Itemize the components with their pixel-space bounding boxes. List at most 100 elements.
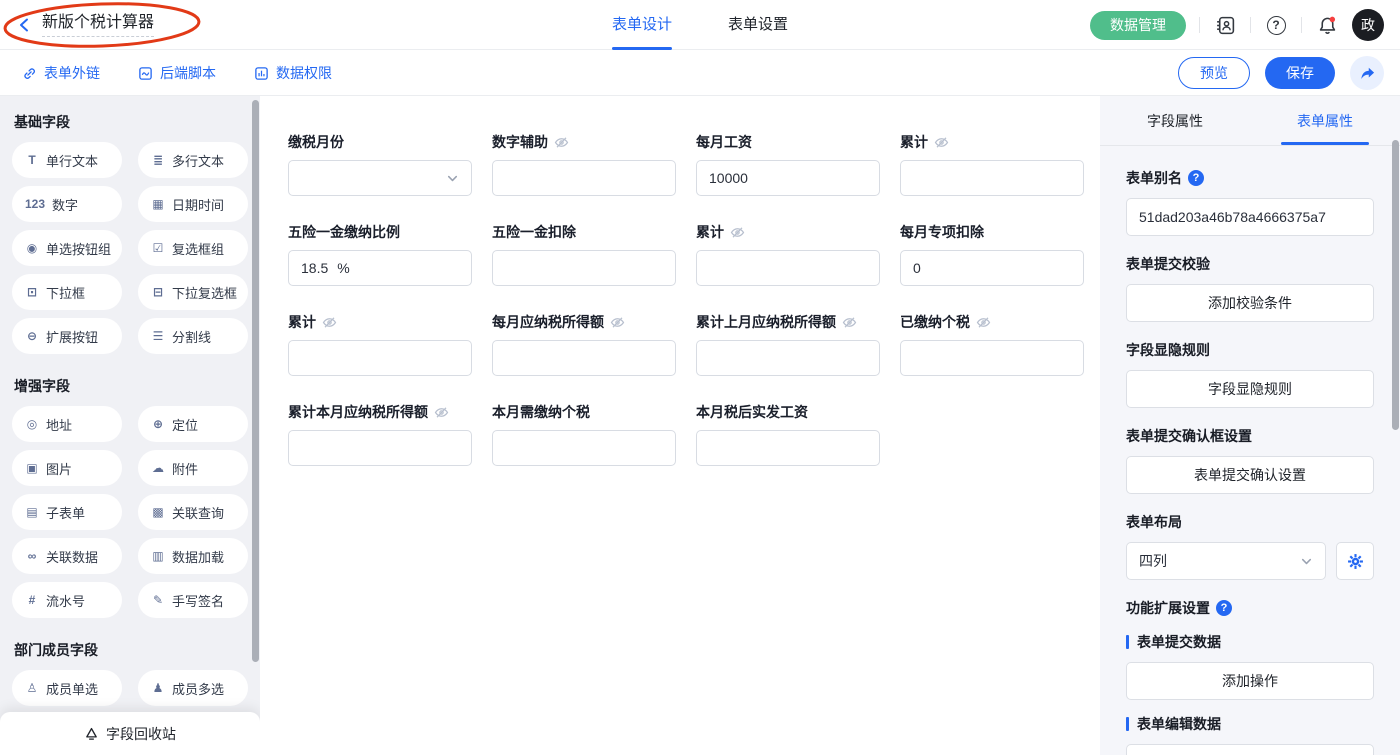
field-input[interactable]	[492, 340, 676, 376]
form-alias-input[interactable]: 51dad203a46b78a4666375a7	[1126, 198, 1374, 236]
data-manage-button[interactable]: 数据管理	[1090, 11, 1186, 40]
panel-scrollbar[interactable]	[1392, 140, 1399, 430]
add-validation-button[interactable]: 添加校验条件	[1126, 284, 1374, 322]
form-design-canvas[interactable]: 缴税月份 数字辅助	[260, 96, 1100, 755]
field-input[interactable]	[492, 160, 676, 196]
help-icon[interactable]: ?	[1216, 600, 1232, 616]
field-type-pill[interactable]: ◎ 地址	[12, 406, 122, 442]
add-operation-button[interactable]: 添加操作	[1126, 744, 1374, 755]
field-input[interactable]	[696, 250, 880, 286]
field-type-icon: ☁	[151, 461, 165, 475]
section-title-basic-fields: 基础字段	[14, 112, 248, 132]
field-type-pill[interactable]: 123 数字	[12, 186, 122, 222]
field-type-pill[interactable]: ✎ 手写签名	[138, 582, 248, 618]
hidden-eye-icon	[842, 315, 857, 330]
tab-form-settings[interactable]: 表单设置	[728, 0, 788, 50]
address-book-icon[interactable]	[1213, 13, 1237, 37]
layout-select[interactable]: 四列	[1126, 542, 1326, 580]
form-field[interactable]: 累计本月应纳税所得额	[288, 402, 472, 466]
form-field[interactable]: 累计	[696, 222, 880, 286]
field-input[interactable]: 0	[900, 250, 1084, 286]
field-type-pill[interactable]: ▦ 日期时间	[138, 186, 248, 222]
field-type-pill[interactable]: ⊡ 下拉框	[12, 274, 122, 310]
field-label: 五险一金缴纳比例	[288, 222, 400, 242]
hidden-eye-icon	[434, 405, 449, 420]
form-field[interactable]: 累计	[900, 132, 1084, 196]
field-label: 五险一金扣除	[492, 222, 576, 242]
field-input[interactable]	[492, 430, 676, 466]
field-input[interactable]	[696, 340, 880, 376]
hidden-eye-icon	[322, 315, 337, 330]
form-field[interactable]: 本月需缴纳个税	[492, 402, 676, 466]
field-input[interactable]	[696, 430, 880, 466]
field-type-pill[interactable]: ☑ 复选框组	[138, 230, 248, 266]
form-field[interactable]: 缴税月份	[288, 132, 472, 196]
field-type-icon: ♙	[25, 681, 39, 695]
field-label: 本月税后实发工资	[696, 402, 808, 422]
tab-form-properties[interactable]: 表单属性	[1250, 96, 1400, 145]
field-type-pill[interactable]: ♙ 成员单选	[12, 670, 122, 706]
properties-panel: 字段属性 表单属性 表单别名 ? 51dad203a46b78a4666375a…	[1100, 96, 1400, 755]
tab-field-properties[interactable]: 字段属性	[1100, 96, 1250, 145]
field-suffix: %	[337, 260, 349, 276]
form-field[interactable]: 已缴纳个税	[900, 312, 1084, 376]
data-permission-link[interactable]: 数据权限	[254, 63, 332, 83]
field-recycle-bin[interactable]: 字段回收站	[0, 712, 260, 755]
form-field[interactable]: 每月工资 10000	[696, 132, 880, 196]
layout-settings-button[interactable]	[1336, 542, 1374, 580]
form-field[interactable]: 每月专项扣除 0	[900, 222, 1084, 286]
submit-confirm-button[interactable]: 表单提交确认设置	[1126, 456, 1374, 494]
form-field[interactable]: 每月应纳税所得额	[492, 312, 676, 376]
form-external-link[interactable]: 表单外链	[22, 63, 100, 83]
field-type-pill[interactable]: ▩ 关联查询	[138, 494, 248, 530]
hidden-eye-icon	[610, 315, 625, 330]
share-button[interactable]	[1350, 56, 1384, 90]
field-type-pill[interactable]: ☁ 附件	[138, 450, 248, 486]
field-type-pill[interactable]: ▣ 图片	[12, 450, 122, 486]
field-input[interactable]	[288, 160, 472, 196]
field-input[interactable]	[900, 340, 1084, 376]
tab-form-design[interactable]: 表单设计	[612, 0, 672, 50]
field-type-pill[interactable]: ▥ 数据加载	[138, 538, 248, 574]
form-field[interactable]: 累计上月应纳税所得额	[696, 312, 880, 376]
field-type-pill[interactable]: ▤ 子表单	[12, 494, 122, 530]
submit-confirm-section: 表单提交确认框设置 表单提交确认设置	[1126, 426, 1374, 494]
field-type-pill[interactable]: ◉ 单选按钮组	[12, 230, 122, 266]
field-type-pill[interactable]: ∞ 关联数据	[12, 538, 122, 574]
field-input[interactable]	[492, 250, 676, 286]
form-field[interactable]: 五险一金缴纳比例 18.5 %	[288, 222, 472, 286]
field-input[interactable]	[900, 160, 1084, 196]
form-field[interactable]: 数字辅助	[492, 132, 676, 196]
field-type-pill[interactable]: ⊕ 定位	[138, 406, 248, 442]
field-input[interactable]: 18.5 %	[288, 250, 472, 286]
field-type-pill[interactable]: ≣ 多行文本	[138, 142, 248, 178]
display-rules-button[interactable]: 字段显隐规则	[1126, 370, 1374, 408]
field-type-pill[interactable]: ⊖ 扩展按钮	[12, 318, 122, 354]
field-type-pill[interactable]: ⊟ 下拉复选框	[138, 274, 248, 310]
field-input[interactable]: 10000	[696, 160, 880, 196]
field-type-pill[interactable]: ♟ 成员多选	[138, 670, 248, 706]
field-type-icon: T	[25, 153, 39, 167]
field-type-pill[interactable]: ☰ 分割线	[138, 318, 248, 354]
help-icon[interactable]: ?	[1188, 170, 1204, 186]
field-input[interactable]	[288, 430, 472, 466]
help-icon[interactable]: ?	[1264, 13, 1288, 37]
form-field[interactable]: 五险一金扣除	[492, 222, 676, 286]
field-type-pill[interactable]: # 流水号	[12, 582, 122, 618]
sidebar-scrollbar[interactable]	[252, 100, 259, 662]
field-type-pill[interactable]: T 单行文本	[12, 142, 122, 178]
user-avatar[interactable]: 政	[1352, 9, 1384, 41]
add-operation-button[interactable]: 添加操作	[1126, 662, 1374, 700]
back-icon[interactable]	[16, 16, 34, 34]
accent-bar	[1126, 717, 1129, 731]
form-field[interactable]: 本月税后实发工资	[696, 402, 880, 466]
extension-subsections: 表单提交数据 添加操作 表单编辑数据 添加操作	[1126, 632, 1374, 755]
preview-button[interactable]: 预览	[1178, 57, 1250, 89]
field-type-icon: ≣	[151, 153, 165, 167]
page-title[interactable]: 新版个税计算器	[42, 13, 154, 37]
save-button[interactable]: 保存	[1265, 57, 1335, 89]
notification-bell-icon[interactable]	[1315, 13, 1339, 37]
backend-script-link[interactable]: 后端脚本	[138, 63, 216, 83]
form-field[interactable]: 累计	[288, 312, 472, 376]
field-input[interactable]	[288, 340, 472, 376]
